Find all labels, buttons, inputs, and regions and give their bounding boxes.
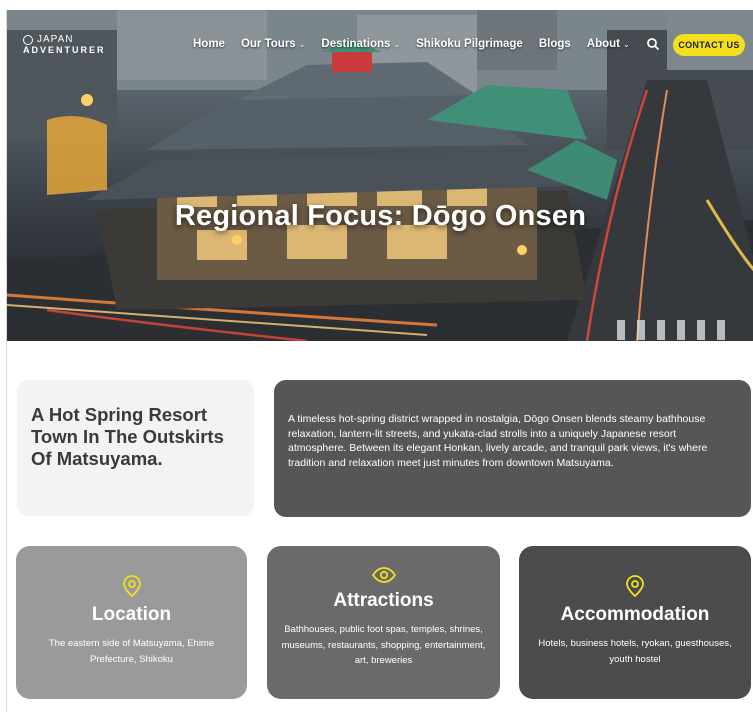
location-pin-icon [122, 575, 141, 598]
hero-title: Regional Focus: Dōgo Onsen [174, 200, 587, 232]
intro-description-box: A timeless hot-spring district wrapped i… [274, 380, 751, 517]
card-accommodation: Accommodation Hotels, business hotels, r… [519, 546, 751, 699]
nav-about-label: About [586, 38, 621, 50]
page-frame: JAPAN ADVENTURER Home Our Tours ⌄ Destina… [6, 10, 753, 712]
nav-our-tours[interactable]: Our Tours ⌄ [241, 38, 305, 50]
site-logo[interactable]: JAPAN ADVENTURER [23, 34, 106, 55]
nav-home-label: Home [193, 38, 225, 50]
card-location-text: The eastern side of Matsuyama, Ehime Pre… [48, 638, 215, 665]
nav-destinations[interactable]: Destinations ⌄ [321, 38, 400, 50]
intro-heading-box: A Hot Spring Resort Town In The Outskirt… [17, 380, 254, 516]
card-location-title: Location [91, 604, 172, 625]
nav-destinations-label: Destinations [321, 38, 391, 50]
card-attractions-text: Bathhouses, public foot spas, temples, s… [281, 624, 486, 666]
nav-blogs-label: Blogs [538, 38, 571, 50]
chevron-down-icon: ⌄ [623, 39, 630, 49]
intro-description: A timeless hot-spring district wrapped i… [288, 413, 708, 469]
eye-icon [371, 567, 396, 583]
nav-about[interactable]: About ⌄ [587, 38, 630, 50]
logo-line1: JAPAN [37, 34, 74, 45]
card-attractions-title: Attractions [333, 590, 434, 611]
intro-heading: A Hot Spring Resort Town In The Outskirt… [31, 404, 224, 469]
logo-mark-icon [23, 34, 33, 45]
hero-photo [7, 10, 753, 341]
nav-blogs[interactable]: Blogs [539, 38, 571, 50]
nav-home[interactable]: Home [193, 38, 225, 50]
nav-shikoku-pilgrimage[interactable]: Shikoku Pilgrimage [416, 38, 523, 50]
nav-our-tours-label: Our Tours [240, 38, 296, 50]
nav-shikoku-label: Shikoku Pilgrimage [416, 38, 523, 50]
location-pin-icon [626, 575, 644, 598]
contact-us-button[interactable]: CONTACT US [673, 34, 745, 56]
search-icon[interactable] [646, 37, 660, 51]
main-nav: Home Our Tours ⌄ Destinations ⌄ Shikoku Pi… [193, 37, 682, 51]
logo-line2: ADVENTURER [23, 45, 106, 55]
card-attractions: Attractions Bathhouses, public foot spas… [267, 546, 500, 699]
chevron-down-icon: ⌄ [298, 39, 306, 49]
card-accommodation-text: Hotels, business hotels, ryokan, guestho… [538, 638, 732, 665]
card-accommodation-title: Accommodation [560, 604, 710, 625]
card-location: Location The eastern side of Matsuyama, … [16, 546, 247, 699]
hero-banner: JAPAN ADVENTURER Home Our Tours ⌄ Destina… [7, 10, 753, 341]
chevron-down-icon: ⌄ [393, 39, 401, 49]
